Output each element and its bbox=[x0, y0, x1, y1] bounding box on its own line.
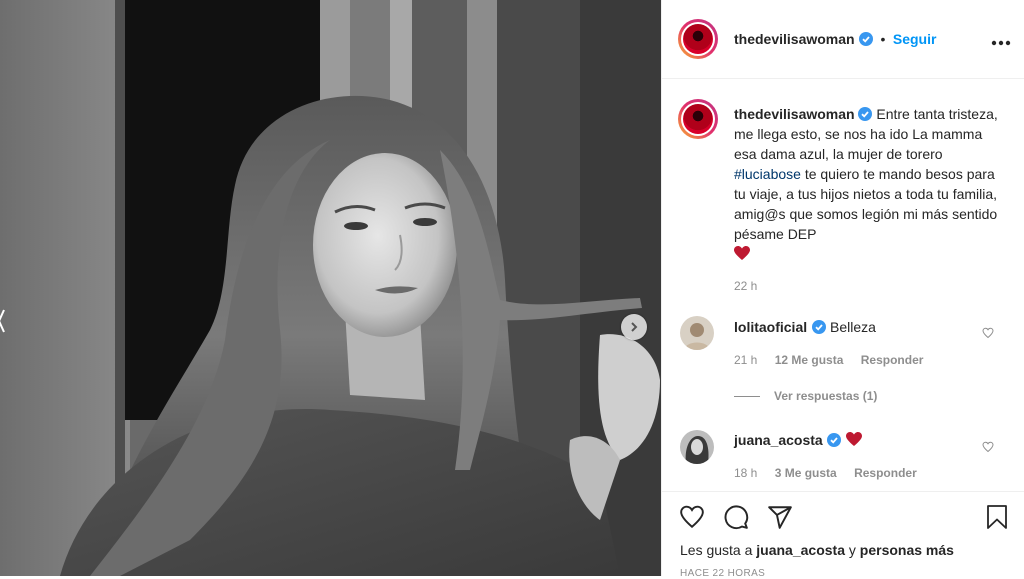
like-comment-heart-icon[interactable] bbox=[982, 327, 994, 339]
comment-username[interactable]: lolitaoficial bbox=[734, 319, 807, 335]
reply-button[interactable]: Responder bbox=[854, 466, 917, 480]
likes-user-link[interactable]: juana_acosta bbox=[756, 542, 845, 558]
likes-mid: y bbox=[845, 542, 860, 558]
bookmark-icon[interactable] bbox=[985, 504, 1009, 530]
verified-icon bbox=[859, 32, 874, 46]
post-header: thedevilisawoman • Seguir bbox=[662, 0, 1024, 79]
caption-username[interactable]: thedevilisawoman bbox=[734, 106, 855, 122]
comment-line-1: lolitaoficial Belleza bbox=[734, 319, 876, 337]
separator-dot: • bbox=[880, 31, 886, 47]
header-user-line: thedevilisawoman • Seguir bbox=[734, 31, 936, 49]
verified-icon bbox=[811, 320, 826, 334]
black-and-white-portrait-image bbox=[0, 0, 661, 576]
hashtag-link[interactable]: #luciabose bbox=[734, 166, 801, 182]
comment-likes[interactable]: 12 Me gusta bbox=[775, 353, 844, 367]
likes-prefix: Les gusta a bbox=[680, 542, 757, 558]
verified-icon bbox=[827, 433, 842, 447]
post-detail-panel: thedevilisawoman • Seguir thedevilisawom… bbox=[661, 0, 1024, 579]
share-icon[interactable] bbox=[767, 504, 793, 530]
comment-text: Belleza bbox=[830, 319, 876, 335]
comment-time: 18 h bbox=[734, 466, 758, 480]
more-options-icon[interactable] bbox=[991, 30, 1011, 51]
likes-others-link[interactable]: personas más bbox=[860, 542, 954, 558]
comment-meta-1: 21 h 12 Me gusta Responder bbox=[734, 353, 937, 367]
caption: thedevilisawoman Entre tanta tristeza, m… bbox=[734, 104, 1004, 296]
comment-username[interactable]: juana_acosta bbox=[734, 432, 823, 448]
comment-icon[interactable] bbox=[723, 504, 749, 530]
view-replies[interactable]: Ver respuestas (1) bbox=[734, 389, 877, 403]
caption-avatar[interactable] bbox=[678, 99, 718, 139]
heart-icon[interactable] bbox=[679, 504, 705, 530]
reply-button[interactable]: Responder bbox=[861, 353, 924, 367]
comment-likes[interactable]: 3 Me gusta bbox=[775, 466, 837, 480]
follow-button[interactable]: Seguir bbox=[893, 31, 937, 47]
comment-meta-2: 18 h 3 Me gusta Responder bbox=[734, 466, 931, 480]
comment-avatar-juana-acosta[interactable] bbox=[680, 430, 714, 464]
verified-icon bbox=[858, 107, 873, 121]
comment-line-2: juana_acosta bbox=[734, 432, 862, 450]
comment-time: 21 h bbox=[734, 353, 758, 367]
post-photo[interactable] bbox=[0, 0, 661, 576]
likes-summary: Les gusta a juana_acosta y personas más bbox=[680, 542, 954, 558]
chevron-left-icon[interactable] bbox=[0, 306, 6, 336]
post-actions: Les gusta a juana_acosta y personas más … bbox=[662, 491, 1024, 579]
header-username[interactable]: thedevilisawoman bbox=[734, 31, 855, 47]
view-replies-label[interactable]: Ver respuestas (1) bbox=[774, 389, 877, 403]
carousel-next-button[interactable] bbox=[621, 314, 647, 340]
comment-avatar-lolitaoficial[interactable] bbox=[680, 316, 714, 350]
heart-emoji bbox=[734, 246, 750, 260]
replies-divider bbox=[734, 396, 760, 398]
avatar[interactable] bbox=[678, 19, 718, 59]
heart-emoji bbox=[845, 432, 862, 446]
caption-time: 22 h bbox=[734, 279, 758, 293]
post-timestamp: HACE 22 HORAS bbox=[680, 568, 766, 579]
chevron-right-icon bbox=[631, 322, 638, 332]
like-comment-heart-icon[interactable] bbox=[982, 441, 994, 453]
